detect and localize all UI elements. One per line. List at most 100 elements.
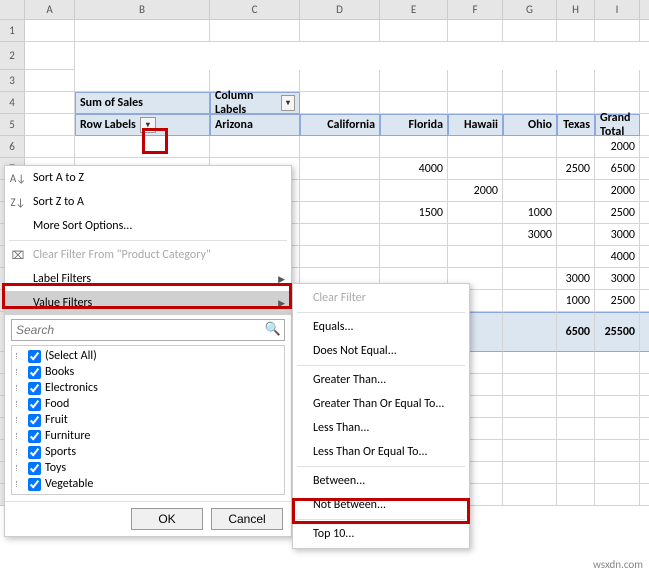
cell[interactable] xyxy=(75,136,210,158)
data-cell[interactable] xyxy=(557,180,595,202)
cell[interactable] xyxy=(25,70,75,92)
data-cell[interactable] xyxy=(300,224,380,246)
cell[interactable] xyxy=(595,484,640,506)
cell[interactable] xyxy=(557,462,595,484)
column-header[interactable]: B xyxy=(75,0,210,20)
data-cell[interactable] xyxy=(503,268,557,290)
column-header[interactable]: G xyxy=(503,0,557,20)
cell[interactable] xyxy=(640,418,649,440)
submenu-between[interactable]: Between... xyxy=(293,469,469,493)
cell[interactable] xyxy=(503,396,557,418)
row-header[interactable]: 4 xyxy=(0,92,25,114)
filter-checkbox[interactable] xyxy=(28,366,41,379)
cell[interactable] xyxy=(448,20,503,42)
submenu-less-than[interactable]: Less Than... xyxy=(293,416,469,440)
filter-check-item[interactable]: Toys xyxy=(14,460,282,476)
data-cell[interactable] xyxy=(380,180,448,202)
search-input[interactable] xyxy=(11,319,285,341)
cell[interactable] xyxy=(595,374,640,396)
data-cell[interactable] xyxy=(300,158,380,180)
cell[interactable] xyxy=(640,136,649,158)
filter-check-item[interactable]: Electronics xyxy=(14,380,282,396)
cell[interactable] xyxy=(595,418,640,440)
filter-check-item[interactable]: Vegetable xyxy=(14,476,282,492)
cell[interactable] xyxy=(557,484,595,506)
cell[interactable] xyxy=(557,92,595,114)
column-header[interactable]: D xyxy=(300,0,380,20)
data-cell[interactable] xyxy=(300,180,380,202)
data-cell[interactable] xyxy=(380,246,448,268)
filter-checkbox[interactable] xyxy=(28,398,41,411)
cell[interactable] xyxy=(25,114,75,136)
cell[interactable] xyxy=(380,70,448,92)
row-labels-dropdown[interactable]: ▾ xyxy=(140,117,156,133)
submenu-gte[interactable]: Greater Than Or Equal To... xyxy=(293,392,469,416)
filter-check-item[interactable]: Sports xyxy=(14,444,282,460)
column-header[interactable]: A xyxy=(25,0,75,20)
submenu-top-10[interactable]: Top 10... xyxy=(293,522,469,546)
cell[interactable] xyxy=(640,352,649,374)
cell[interactable] xyxy=(25,92,75,114)
cell[interactable] xyxy=(595,70,640,92)
cell[interactable] xyxy=(448,92,503,114)
cell[interactable] xyxy=(640,92,649,114)
submenu-not-equal[interactable]: Does Not Equal... xyxy=(293,339,469,363)
cell[interactable] xyxy=(75,70,210,92)
more-sort-options[interactable]: More Sort Options... xyxy=(5,214,291,238)
data-cell[interactable] xyxy=(300,246,380,268)
sort-a-to-z[interactable]: A↓Sort A to Z xyxy=(5,166,291,190)
value-filters[interactable]: Value Filters▶ xyxy=(5,291,291,315)
cell[interactable] xyxy=(640,484,649,506)
data-cell[interactable]: 1000 xyxy=(503,202,557,224)
cell[interactable] xyxy=(640,114,649,136)
row-header[interactable]: 2 xyxy=(0,42,25,70)
data-cell[interactable]: 6500 xyxy=(595,158,640,180)
cell[interactable] xyxy=(380,20,448,42)
data-cell[interactable] xyxy=(448,158,503,180)
cell[interactable] xyxy=(300,70,380,92)
cell[interactable] xyxy=(640,290,649,312)
filter-checkbox[interactable] xyxy=(28,462,41,475)
cell[interactable] xyxy=(557,374,595,396)
column-header[interactable]: E xyxy=(380,0,448,20)
data-cell[interactable] xyxy=(503,180,557,202)
cell[interactable] xyxy=(640,312,649,352)
filter-checkbox[interactable] xyxy=(28,350,41,363)
cell[interactable] xyxy=(640,440,649,462)
cell[interactable] xyxy=(640,246,649,268)
data-cell[interactable]: 2500 xyxy=(595,202,640,224)
data-cell[interactable]: 4000 xyxy=(380,158,448,180)
data-cell[interactable] xyxy=(448,136,503,158)
data-cell[interactable]: 2500 xyxy=(595,290,640,312)
data-cell[interactable] xyxy=(503,158,557,180)
data-cell[interactable]: 1500 xyxy=(380,202,448,224)
cell[interactable] xyxy=(557,418,595,440)
cell[interactable] xyxy=(640,224,649,246)
column-header[interactable]: C xyxy=(210,0,300,20)
cell[interactable] xyxy=(595,396,640,418)
filter-checkbox[interactable] xyxy=(28,446,41,459)
data-cell[interactable] xyxy=(380,224,448,246)
submenu-lte[interactable]: Less Than Or Equal To... xyxy=(293,440,469,464)
cell[interactable] xyxy=(448,70,503,92)
submenu-equals[interactable]: Equals... xyxy=(293,315,469,339)
cell[interactable] xyxy=(300,92,380,114)
cell[interactable] xyxy=(640,374,649,396)
filter-checkbox[interactable] xyxy=(28,430,41,443)
cell[interactable] xyxy=(503,462,557,484)
data-cell[interactable]: 3000 xyxy=(595,224,640,246)
data-cell[interactable]: 2000 xyxy=(595,180,640,202)
filter-check-item[interactable]: Furniture xyxy=(14,428,282,444)
column-labels-dropdown[interactable]: ▾ xyxy=(281,95,295,111)
data-cell[interactable]: 2000 xyxy=(448,180,503,202)
cell[interactable] xyxy=(557,20,595,42)
cell[interactable] xyxy=(503,374,557,396)
cell[interactable] xyxy=(210,20,300,42)
data-cell[interactable] xyxy=(448,246,503,268)
filter-check-item[interactable]: Food xyxy=(14,396,282,412)
label-filters[interactable]: Label Filters▶ xyxy=(5,267,291,291)
cell[interactable] xyxy=(640,396,649,418)
data-cell[interactable] xyxy=(503,136,557,158)
data-cell[interactable] xyxy=(557,224,595,246)
data-cell[interactable]: 4000 xyxy=(595,246,640,268)
